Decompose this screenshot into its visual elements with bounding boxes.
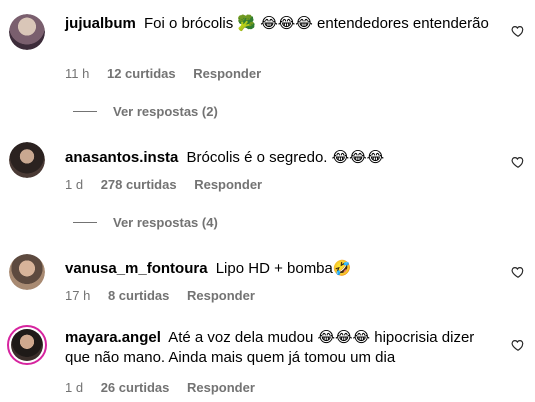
comment-likes[interactable]: 12 curtidas xyxy=(107,66,176,81)
comment-time[interactable]: 1 d xyxy=(65,380,83,395)
comment-time[interactable]: 1 d xyxy=(65,177,83,192)
comment-likes[interactable]: 278 curtidas xyxy=(101,177,177,192)
heart-icon[interactable] xyxy=(511,24,525,38)
comment-likes[interactable]: 26 curtidas xyxy=(101,380,170,395)
avatar[interactable] xyxy=(9,254,45,290)
laughing-emoji: 😂😂😂 xyxy=(317,329,371,346)
avatar-story-ring[interactable] xyxy=(7,325,47,365)
reply-button[interactable]: Responder xyxy=(187,380,255,395)
comment-username[interactable]: mayara.angel xyxy=(65,329,161,346)
comment-username[interactable]: vanusa_m_fontoura xyxy=(65,260,208,277)
comment-likes[interactable]: 8 curtidas xyxy=(108,288,169,303)
view-replies-button[interactable]: Ver respostas (4) xyxy=(73,215,218,230)
avatar[interactable] xyxy=(9,14,45,50)
comment-username[interactable]: jujualbum xyxy=(65,15,136,32)
heart-icon[interactable] xyxy=(511,338,525,352)
reply-button[interactable]: Responder xyxy=(193,66,261,81)
view-replies-button[interactable]: Ver respostas (2) xyxy=(73,104,218,119)
comment-text: Brócolis é o segredo. xyxy=(186,149,332,166)
avatar[interactable] xyxy=(9,142,45,178)
comment-time[interactable]: 17 h xyxy=(65,288,90,303)
broccoli-emoji: 🥦 xyxy=(237,15,257,32)
comment-text-continued: entendedores entenderão xyxy=(312,15,489,32)
laughing-emoji: 😂😂😂 xyxy=(260,15,313,32)
divider-line xyxy=(73,111,97,112)
comment-text: Foi o brócolis xyxy=(144,15,238,32)
laughing-emoji: 😂😂😂 xyxy=(331,149,385,166)
comment-text: Lipo HD + bomba xyxy=(215,260,333,277)
rofl-emoji: 🤣 xyxy=(332,260,352,277)
reply-button[interactable]: Responder xyxy=(187,288,255,303)
reply-button[interactable]: Responder xyxy=(194,177,262,192)
comment-text: Até a voz dela mudou xyxy=(168,329,318,346)
divider-line xyxy=(73,222,97,223)
comment-time[interactable]: 11 h xyxy=(65,66,89,81)
heart-icon[interactable] xyxy=(511,155,525,169)
heart-icon[interactable] xyxy=(511,265,525,279)
comment-username[interactable]: anasantos.insta xyxy=(65,149,178,166)
